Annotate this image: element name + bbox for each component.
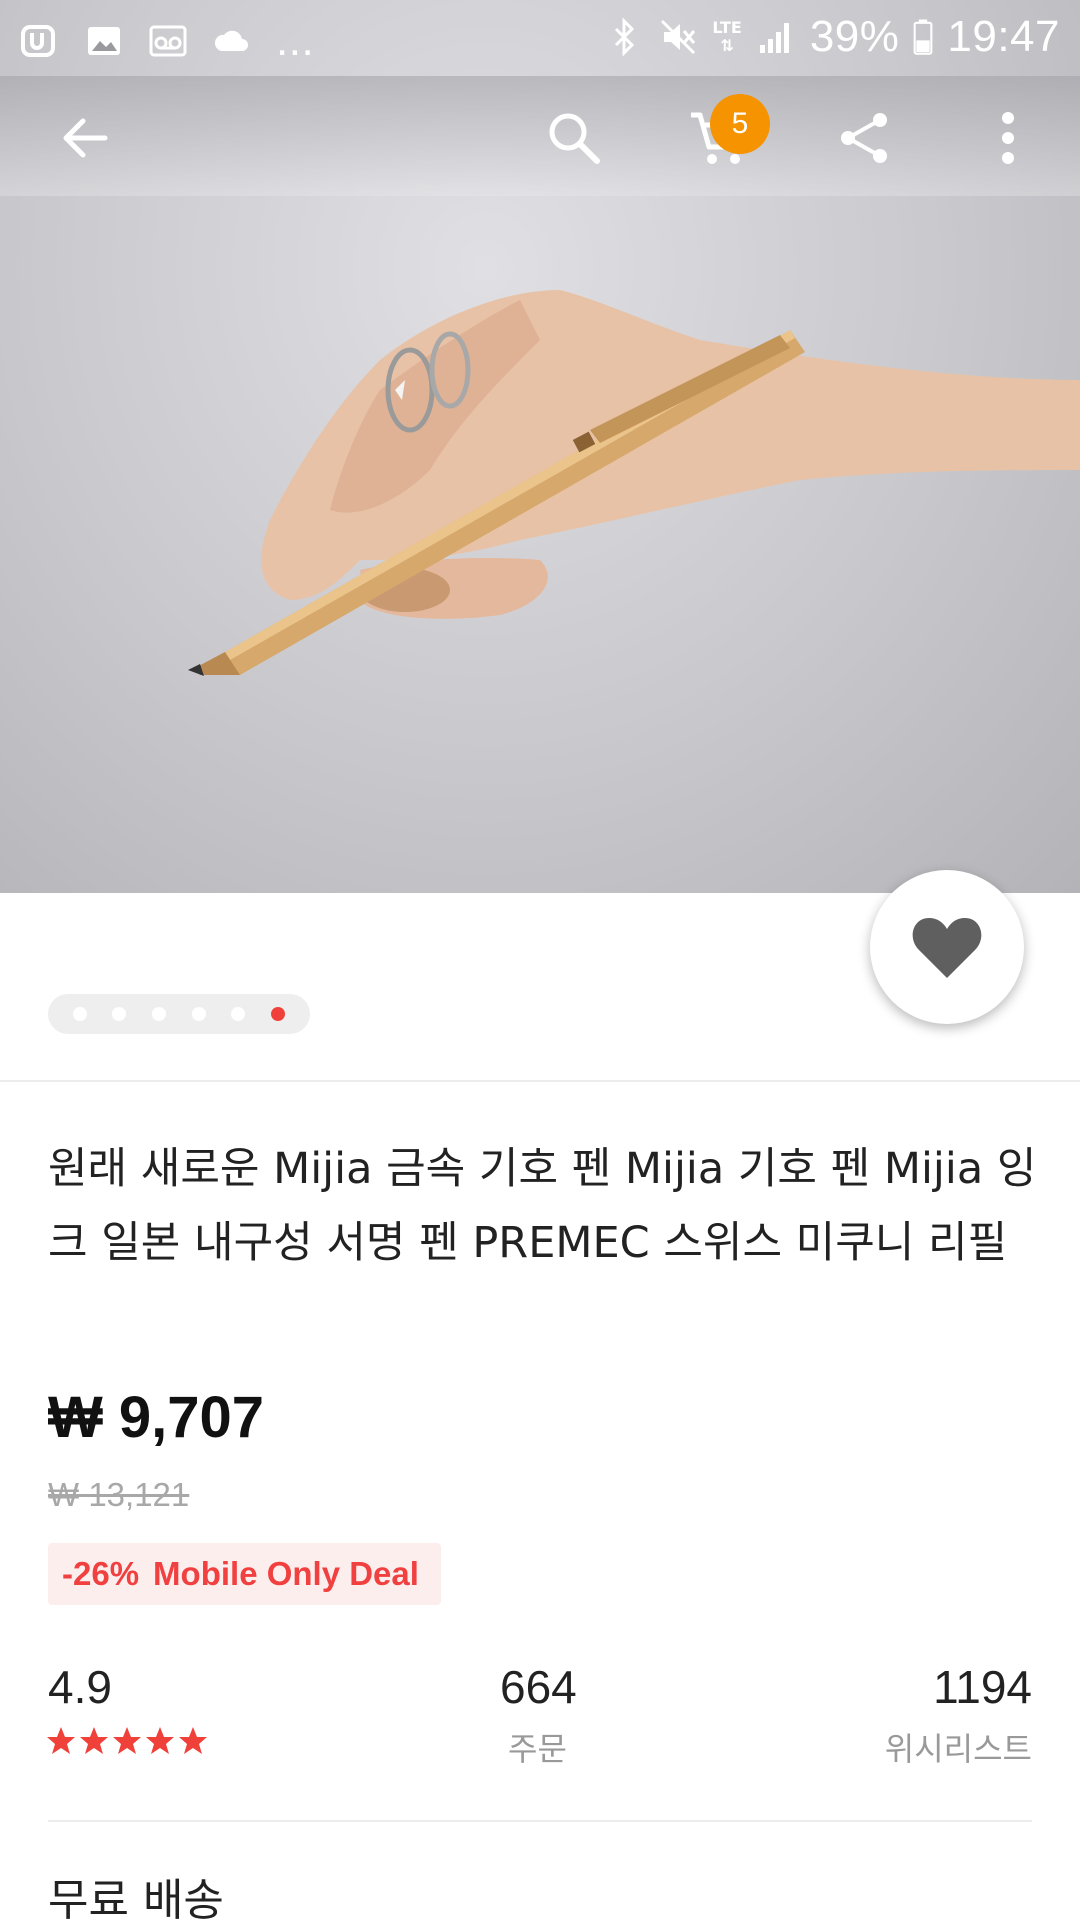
cloud-icon xyxy=(214,30,248,51)
network-type-label: LTE xyxy=(712,18,742,37)
orders-label: 주문 xyxy=(508,1730,567,1768)
deal-label: Mobile Only Deal xyxy=(153,1555,419,1592)
back-arrow-icon xyxy=(63,118,108,158)
battery-icon xyxy=(914,19,933,55)
add-to-wishlist-button[interactable] xyxy=(870,870,1024,1024)
rating-stars[interactable] xyxy=(46,1726,208,1756)
pagination-dot[interactable] xyxy=(152,1007,167,1021)
gallery-icon xyxy=(88,27,120,55)
product-title: 원래 새로운 Mijia 금속 기호 펜 Mijia 기호 펜 Mijia 잉크… xyxy=(48,1144,1037,1268)
shipping-label[interactable]: 무료 배송 xyxy=(48,1864,224,1928)
original-price: ₩ 13,121 xyxy=(48,1476,190,1513)
current-price: ₩ 9,707 xyxy=(48,1385,264,1450)
section-divider xyxy=(0,1080,1080,1082)
battery-percent: 39% xyxy=(809,12,900,61)
share-button[interactable] xyxy=(832,106,896,170)
search-icon xyxy=(549,113,600,164)
pagination-dot[interactable] xyxy=(231,1007,246,1021)
notification-icons: ... xyxy=(20,16,314,66)
system-icons: LTE ⇅ 39% 19:47 xyxy=(604,12,1060,62)
more-notifications-indicator: ... xyxy=(276,16,315,65)
share-icon xyxy=(841,113,887,163)
app-icon xyxy=(21,25,55,57)
wishlist-label: 위시리스트 xyxy=(884,1730,1032,1768)
clock: 19:47 xyxy=(947,12,1060,61)
data-arrows-icon: ⇅ xyxy=(720,36,734,55)
star-icon xyxy=(179,1727,207,1754)
mute-icon xyxy=(661,19,696,55)
status-bar: ... LTE ⇅ 39% 19:47 xyxy=(0,0,1080,76)
pagination-dot[interactable] xyxy=(112,1007,127,1021)
search-button[interactable] xyxy=(542,106,606,170)
pagination-dot[interactable] xyxy=(72,1007,87,1021)
wishlist-count[interactable]: 1194 xyxy=(933,1660,1032,1714)
voicemail-icon xyxy=(149,25,187,57)
more-options-button[interactable] xyxy=(976,106,1040,170)
rating-value[interactable]: 4.9 xyxy=(48,1660,112,1714)
pagination-dot-active[interactable] xyxy=(271,1007,286,1021)
top-toolbar xyxy=(0,76,1080,196)
star-icon xyxy=(113,1727,141,1754)
back-button[interactable] xyxy=(52,106,116,170)
image-pagination xyxy=(48,994,310,1034)
section-divider xyxy=(48,1820,1032,1822)
star-icon xyxy=(146,1727,174,1754)
cart-count-badge: 5 xyxy=(710,94,770,154)
orders-count[interactable]: 664 xyxy=(500,1660,577,1714)
bluetooth-icon xyxy=(615,17,635,57)
signal-icon xyxy=(759,23,789,53)
lte-indicator: LTE ⇅ xyxy=(712,19,741,55)
discount-percent: -26% xyxy=(62,1555,140,1592)
heart-icon xyxy=(912,918,982,978)
pagination-dot[interactable] xyxy=(191,1007,206,1021)
deal-badge: -26% Mobile Only Deal xyxy=(48,1543,441,1605)
star-icon xyxy=(80,1727,108,1754)
more-vert-icon xyxy=(1002,112,1014,164)
star-icon xyxy=(47,1727,75,1754)
